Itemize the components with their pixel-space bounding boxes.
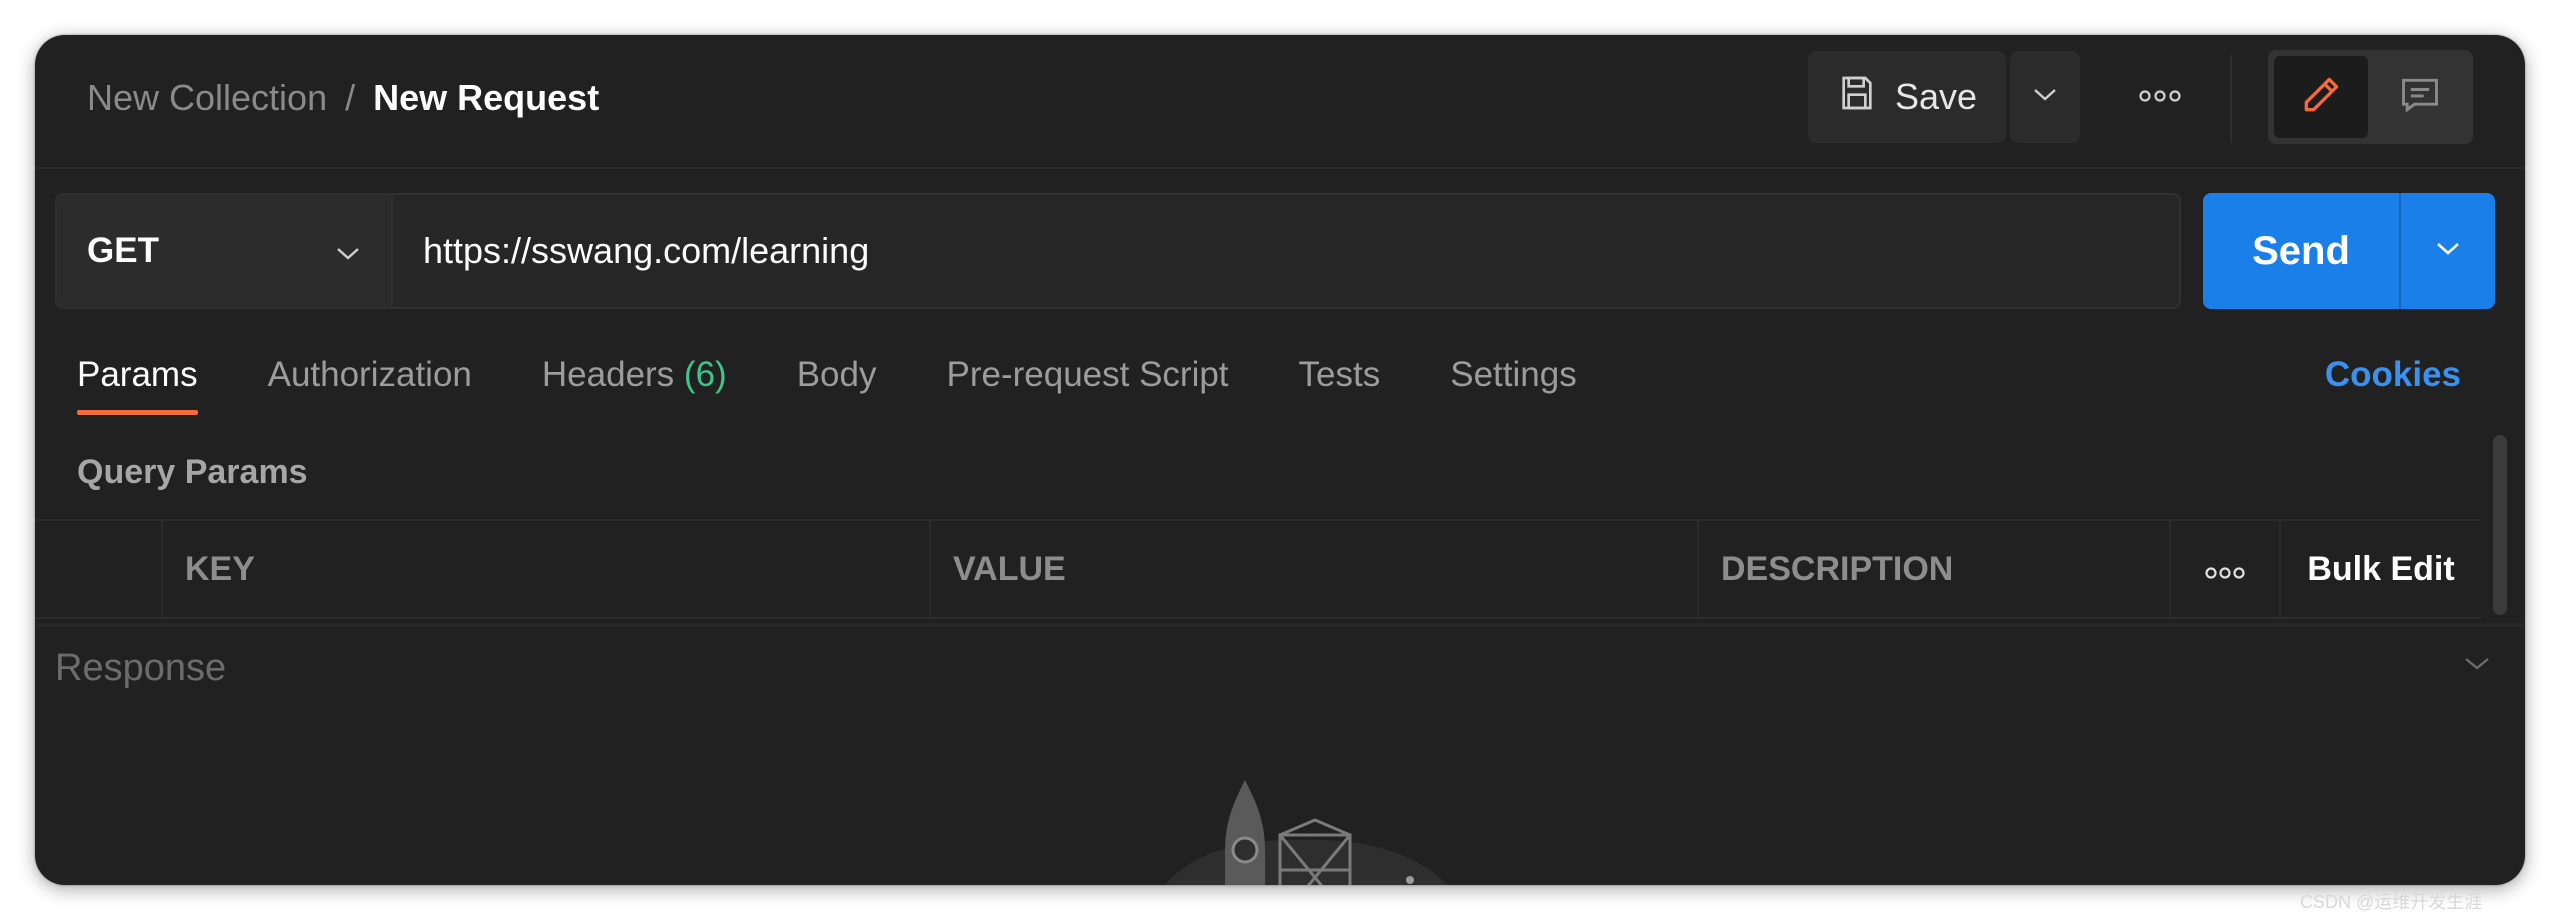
- breadcrumb-separator: /: [345, 77, 356, 118]
- breadcrumb-collection[interactable]: New Collection: [87, 77, 327, 119]
- save-icon: [1837, 73, 1877, 122]
- breadcrumb: New Collection / New Request: [87, 77, 599, 119]
- send-button-group: Send: [2203, 193, 2495, 309]
- tab-body[interactable]: Body: [797, 355, 877, 415]
- send-button[interactable]: Send: [2203, 193, 2399, 309]
- send-options-button[interactable]: [2401, 193, 2495, 309]
- params-table-header: KEY VALUE DESCRIPTION Bulk Edit: [35, 519, 2481, 619]
- more-icon: [2204, 550, 2246, 589]
- tab-authorization[interactable]: Authorization: [268, 355, 472, 415]
- query-params-title: Query Params: [77, 453, 308, 491]
- chevron-down-icon: [2032, 87, 2058, 108]
- chevron-down-icon: [335, 231, 361, 271]
- header-divider: [2230, 55, 2232, 143]
- response-divider[interactable]: [35, 623, 2525, 627]
- request-header: New Collection / New Request Save: [35, 35, 2525, 169]
- pencil-icon: [2299, 73, 2343, 122]
- response-collapse-button[interactable]: [2463, 655, 2491, 678]
- checkbox-column: [35, 521, 163, 617]
- chevron-down-icon: [2463, 658, 2491, 677]
- watermark: CSDN @运维开发生涯: [2300, 892, 2483, 912]
- column-value: VALUE: [931, 521, 1699, 617]
- more-icon: [2138, 89, 2182, 108]
- cookies-link[interactable]: Cookies: [2325, 355, 2461, 395]
- method-label: GET: [87, 231, 159, 270]
- tab-tests[interactable]: Tests: [1299, 355, 1381, 415]
- url-input[interactable]: [393, 195, 2179, 307]
- tab-headers-label: Headers: [541, 355, 684, 394]
- tab-params[interactable]: Params: [77, 355, 198, 415]
- comment-icon: [2398, 73, 2442, 122]
- mode-toggle: [2268, 50, 2473, 144]
- save-label: Save: [1894, 76, 1978, 117]
- postman-window: New Collection / New Request Save GET ht…: [35, 35, 2525, 885]
- edit-mode-button[interactable]: [2274, 56, 2368, 138]
- comments-button[interactable]: [2374, 56, 2468, 138]
- column-description: DESCRIPTION: [1699, 521, 2171, 617]
- bulk-edit-button[interactable]: Bulk Edit: [2281, 521, 2481, 617]
- scrollbar[interactable]: [2493, 435, 2507, 615]
- headers-count-badge: (6): [683, 355, 727, 394]
- chevron-down-icon: [2435, 241, 2461, 262]
- method-select[interactable]: GET: [57, 195, 393, 307]
- tab-settings[interactable]: Settings: [1450, 355, 1576, 415]
- column-options-button[interactable]: [2171, 521, 2281, 617]
- save-options-button[interactable]: [2010, 51, 2080, 143]
- url-bar: GET: [55, 193, 2181, 309]
- response-title: Response: [55, 647, 227, 689]
- request-tabs: Params Authorization Headers (6) Body Pr…: [77, 355, 1647, 415]
- more-options-button[interactable]: [2125, 65, 2195, 131]
- tab-pre-request-script[interactable]: Pre-request Script: [946, 355, 1228, 415]
- breadcrumb-request[interactable]: New Request: [373, 77, 599, 119]
- tab-headers[interactable]: Headers (6): [542, 355, 727, 415]
- rocket-illustration: [1105, 780, 1505, 885]
- column-key: KEY: [163, 521, 931, 617]
- save-button[interactable]: Save: [1808, 51, 2006, 143]
